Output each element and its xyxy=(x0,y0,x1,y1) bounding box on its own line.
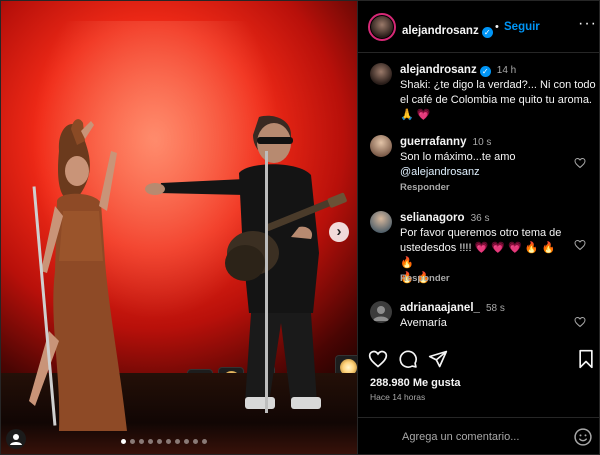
reply-button[interactable]: Responder xyxy=(400,182,450,193)
user-icon xyxy=(10,434,22,445)
comment-like-icon[interactable] xyxy=(574,239,586,251)
carousel-dots xyxy=(121,439,207,447)
mic-stand xyxy=(265,151,268,413)
default-avatar-icon xyxy=(373,306,389,321)
instagram-post: › alejandrosanz ✓ • Seguir ··· alejandro… xyxy=(0,0,600,455)
post-header: alejandrosanz ✓ • Seguir ··· xyxy=(358,1,599,53)
singer-silhouette xyxy=(29,119,127,431)
comment-time: 36 s xyxy=(470,213,490,224)
guitarist-silhouette xyxy=(145,115,347,409)
carousel-dot xyxy=(175,439,180,444)
comment-like-icon[interactable] xyxy=(574,157,586,169)
caption-username[interactable]: alejandrosanz xyxy=(400,64,477,76)
carousel-dot xyxy=(139,439,144,444)
comment-text: Avemaría xyxy=(400,317,447,329)
carousel-dot xyxy=(130,439,135,444)
comment-username[interactable]: guerrafanny xyxy=(400,136,466,148)
carousel-dot xyxy=(193,439,198,444)
carousel-dot xyxy=(166,439,171,444)
comment-icon[interactable] xyxy=(398,349,418,369)
header-username[interactable]: alejandrosanz xyxy=(402,25,479,37)
verified-badge-icon: ✓ xyxy=(481,27,493,38)
post-time: Hace 14 horas xyxy=(370,392,426,402)
comment-item: selianagoro 36 s Por favor queremos otro… xyxy=(358,211,599,287)
comment-composer xyxy=(358,417,599,454)
comment-body: guerrafanny 10 s Son lo máximo...te amo … xyxy=(400,135,570,180)
header-username-wrap: alejandrosanz ✓ xyxy=(402,21,493,39)
post-actions xyxy=(358,343,599,375)
avatar[interactable] xyxy=(370,135,392,157)
carousel-dot xyxy=(121,439,126,444)
avatar[interactable] xyxy=(368,13,396,41)
comment-text: Por favor queremos otro tema de ustedesd… xyxy=(400,227,562,269)
caption-text: Shaki: ¿te digo la verdad?... Ni con tod… xyxy=(400,79,596,106)
caption-emojis: 🙏 💗 xyxy=(400,109,431,121)
comment-username[interactable]: selianagoro xyxy=(400,212,465,224)
post-details-panel: alejandrosanz ✓ • Seguir ··· alejandrosan… xyxy=(357,1,599,454)
follow-button[interactable]: Seguir xyxy=(504,21,540,33)
tagged-users-button[interactable] xyxy=(6,429,26,449)
avatar[interactable] xyxy=(370,301,392,323)
avatar[interactable] xyxy=(370,211,392,233)
comment-mention-link[interactable]: @alejandrosanz xyxy=(400,166,480,178)
likes-count[interactable]: 288.980 Me gusta xyxy=(370,377,461,389)
verified-badge-icon: ✓ xyxy=(479,66,491,77)
comment-time: 58 s xyxy=(485,303,505,314)
more-options-icon[interactable]: ··· xyxy=(578,15,597,33)
caption-time: 14 h xyxy=(496,65,517,76)
carousel-next-button[interactable]: › xyxy=(329,222,349,242)
comment-item: guerrafanny 10 s Son lo máximo...te amo … xyxy=(358,135,599,195)
separator-dot: • xyxy=(495,21,499,33)
carousel-dot xyxy=(184,439,189,444)
avatar[interactable] xyxy=(370,63,392,85)
emoji-icon[interactable] xyxy=(573,427,593,447)
carousel-dot xyxy=(202,439,207,444)
caption: alejandrosanz ✓ 14 h Shaki: ¿te digo la v… xyxy=(358,63,599,123)
comment-time: 10 s xyxy=(472,137,492,148)
comment-like-icon[interactable] xyxy=(574,316,586,328)
comment-input[interactable] xyxy=(402,428,562,446)
comment-text: Son lo máximo...te amo xyxy=(400,151,516,163)
comment-username[interactable]: adrianaajanel_ xyxy=(400,302,480,314)
paper-plane-icon[interactable] xyxy=(428,349,448,369)
post-photo[interactable]: › xyxy=(1,1,357,454)
carousel-dot xyxy=(157,439,162,444)
heart-outline-icon[interactable] xyxy=(368,349,388,369)
caption-body: alejandrosanz ✓ 14 h Shaki: ¿te digo la v… xyxy=(400,63,596,123)
reply-button[interactable]: Responder xyxy=(400,273,450,284)
comment-item: adrianaajanel_ 58 s Avemaría xyxy=(358,301,599,335)
comment-body: adrianaajanel_ 58 s Avemaría xyxy=(400,301,570,331)
bookmark-icon[interactable] xyxy=(576,349,596,369)
carousel-dot xyxy=(148,439,153,444)
